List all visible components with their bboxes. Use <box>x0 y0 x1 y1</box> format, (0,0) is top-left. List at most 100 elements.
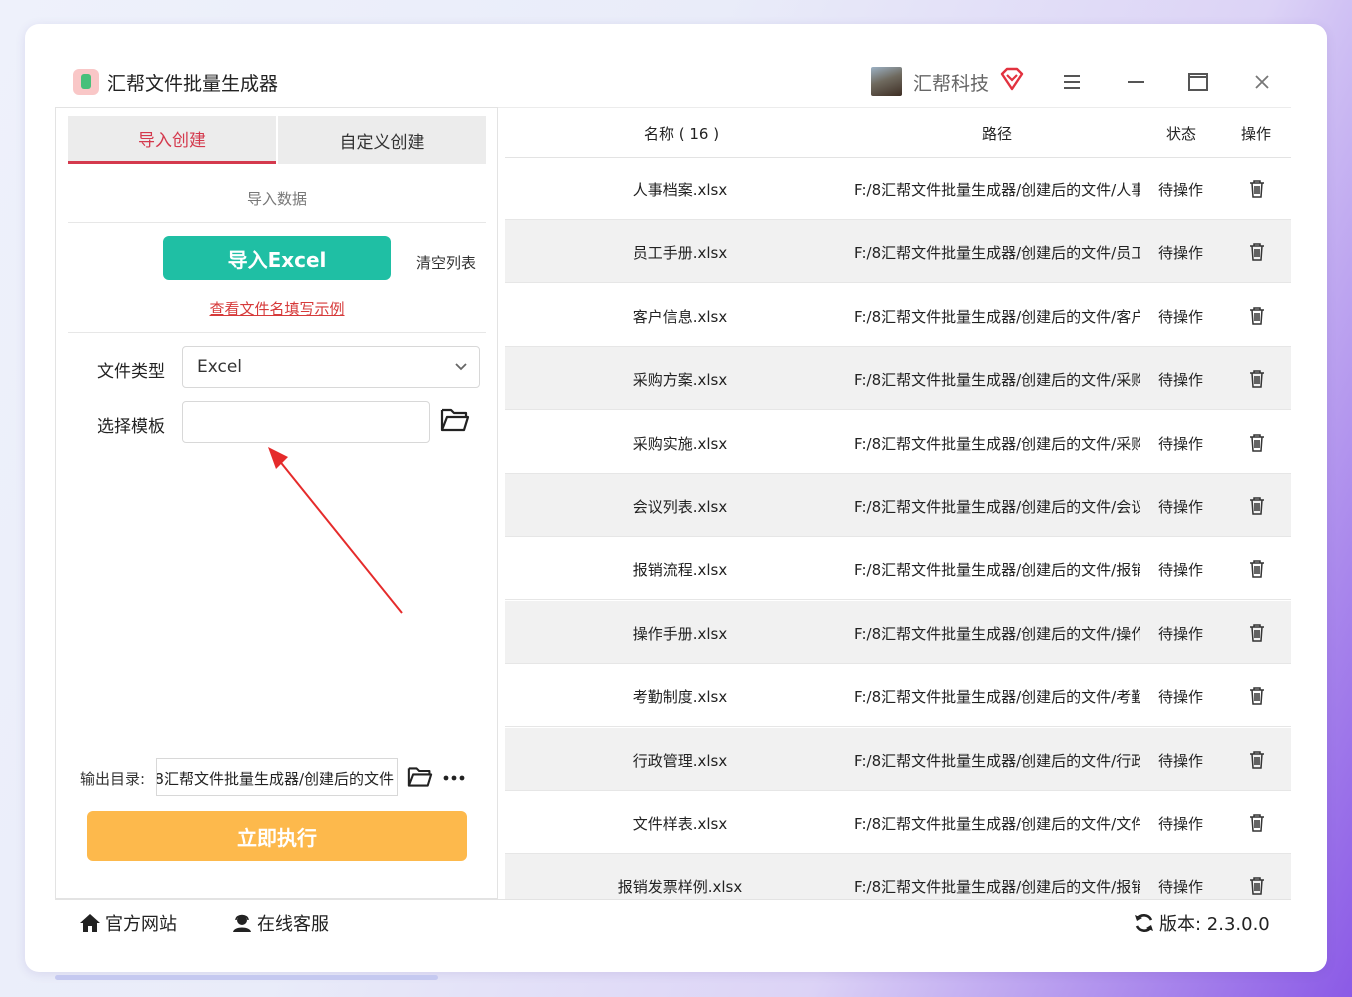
row-status: 待操作 <box>1158 181 1204 199</box>
folder-open-icon[interactable] <box>440 406 470 434</box>
table-header: 名称 ( 16 ) 路径 状态 操作 <box>505 107 1291 158</box>
maximize-icon[interactable] <box>1187 71 1209 93</box>
table-row[interactable]: 会议列表.xlsx F:/8汇帮文件批量生成器/创建后的文件/会议列表.xlsx 待… <box>505 474 1291 537</box>
trash-icon[interactable] <box>1248 750 1266 770</box>
row-path: F:/8汇帮文件批量生成器/创建后的文件/采购实施.xlsx <box>854 434 1140 453</box>
row-status: 待操作 <box>1158 624 1204 643</box>
avatar[interactable] <box>871 67 902 96</box>
row-status: 待操作 <box>1158 244 1204 263</box>
table-row[interactable]: 操作手册.xlsx F:/8汇帮文件批量生成器/创建后的文件/操作手册.xlsx 待… <box>505 600 1291 664</box>
app-title: 汇帮文件批量生成器 <box>107 73 279 95</box>
trash-icon[interactable] <box>1248 813 1266 833</box>
header-name: 名称 ( 16 ) <box>644 125 720 143</box>
output-dir-input[interactable]: F:/8汇帮文件批量生成器/创建后的文件 <box>156 758 398 796</box>
minimize-icon[interactable] <box>1125 71 1147 93</box>
status-bar: 官方网站 在线客服 版本: 2.3.0.0 <box>55 899 1291 944</box>
row-path: F:/8汇帮文件批量生成器/创建后的文件/考勤制度.xlsx <box>854 688 1140 707</box>
trash-icon[interactable] <box>1248 179 1266 199</box>
row-name: 采购方案.xlsx <box>632 371 728 390</box>
table-row[interactable]: 报销发票样例.xlsx F:/8汇帮文件批量生成器/创建后的文件/报销发票样例.x… <box>505 854 1291 899</box>
filename-example-link[interactable]: 查看文件名填写示例 <box>68 298 486 319</box>
divider <box>68 222 486 223</box>
trash-icon[interactable] <box>1248 559 1266 579</box>
template-label: 选择模板 <box>97 417 165 437</box>
row-status: 待操作 <box>1158 561 1204 580</box>
file-type-label: 文件类型 <box>97 362 165 382</box>
table-row[interactable]: 采购方案.xlsx F:/8汇帮文件批量生成器/创建后的文件/采购方案.xlsx 待… <box>505 347 1291 411</box>
trash-icon[interactable] <box>1248 369 1266 389</box>
file-type-select[interactable]: Excel <box>182 346 480 388</box>
row-path: F:/8汇帮文件批量生成器/创建后的文件/文件样表.xlsx <box>854 815 1140 833</box>
table-row[interactable]: 文件样表.xlsx F:/8汇帮文件批量生成器/创建后的文件/文件样表.xlsx 待… <box>505 791 1291 854</box>
row-status: 待操作 <box>1158 371 1204 390</box>
table-row[interactable]: 人事档案.xlsx F:/8汇帮文件批量生成器/创建后的文件/人事档案.xlsx 待… <box>505 157 1291 220</box>
row-path: F:/8汇帮文件批量生成器/创建后的文件/行政管理.xlsx <box>854 751 1140 770</box>
header-status: 状态 <box>1166 125 1197 143</box>
row-name: 会议列表.xlsx <box>632 498 728 516</box>
online-support-link[interactable]: 在线客服 <box>231 910 329 936</box>
horizontal-scrollbar[interactable] <box>55 975 438 980</box>
tab-import-create[interactable]: 导入创建 <box>68 116 276 164</box>
header-path: 路径 <box>982 125 1013 143</box>
table-row[interactable]: 员工手册.xlsx F:/8汇帮文件批量生成器/创建后的文件/员工手册.xlsx 待… <box>505 220 1291 284</box>
refresh-icon <box>1135 914 1153 932</box>
company-name[interactable]: 汇帮科技 <box>913 69 989 96</box>
title-bar: 汇帮文件批量生成器 汇帮科技 <box>55 55 1291 108</box>
trash-icon[interactable] <box>1248 876 1266 896</box>
file-table: 名称 ( 16 ) 路径 状态 操作 人事档案.xlsx F:/8汇帮文件批量生成… <box>505 107 1291 899</box>
row-name: 员工手册.xlsx <box>632 244 728 263</box>
row-name: 客户信息.xlsx <box>632 307 728 326</box>
trash-icon[interactable] <box>1248 242 1266 262</box>
row-name: 采购实施.xlsx <box>632 434 728 453</box>
app-logo-icon <box>73 69 99 95</box>
run-now-button[interactable]: 立即执行 <box>87 811 467 861</box>
row-path: F:/8汇帮文件批量生成器/创建后的文件/员工手册.xlsx <box>854 244 1140 263</box>
import-excel-button[interactable]: 导入Excel <box>163 236 391 280</box>
close-icon[interactable] <box>1251 71 1273 93</box>
menu-icon[interactable] <box>1061 71 1083 93</box>
home-icon <box>80 914 100 932</box>
section-label-import-data: 导入数据 <box>246 190 307 208</box>
chevron-down-icon <box>455 363 467 371</box>
row-path: F:/8汇帮文件批量生成器/创建后的文件/采购方案.xlsx <box>854 371 1140 390</box>
clear-list-button[interactable]: 清空列表 <box>416 252 476 273</box>
row-name: 报销流程.xlsx <box>632 561 728 580</box>
table-row[interactable]: 客户信息.xlsx F:/8汇帮文件批量生成器/创建后的文件/客户信息.xlsx 待… <box>505 284 1291 347</box>
more-icon[interactable] <box>442 768 466 788</box>
trash-icon[interactable] <box>1248 496 1266 516</box>
row-status: 待操作 <box>1158 307 1204 326</box>
row-path: F:/8汇帮文件批量生成器/创建后的文件/人事档案.xlsx <box>854 181 1140 199</box>
trash-icon[interactable] <box>1248 686 1266 706</box>
row-status: 待操作 <box>1158 688 1204 707</box>
trash-icon[interactable] <box>1248 433 1266 453</box>
row-status: 待操作 <box>1158 498 1204 516</box>
tab-custom-create[interactable]: 自定义创建 <box>278 116 486 164</box>
folder-open-icon[interactable] <box>407 765 433 789</box>
table-row[interactable]: 报销流程.xlsx F:/8汇帮文件批量生成器/创建后的文件/报销流程.xlsx 待… <box>505 537 1291 601</box>
row-name: 人事档案.xlsx <box>632 181 728 199</box>
table-row[interactable]: 考勤制度.xlsx F:/8汇帮文件批量生成器/创建后的文件/考勤制度.xlsx 待… <box>505 664 1291 728</box>
divider <box>68 332 486 333</box>
table-row[interactable]: 行政管理.xlsx F:/8汇帮文件批量生成器/创建后的文件/行政管理.xlsx 待… <box>505 727 1291 791</box>
row-path: F:/8汇帮文件批量生成器/创建后的文件/客户信息.xlsx <box>854 307 1140 326</box>
vip-diamond-icon[interactable] <box>999 67 1025 91</box>
version-label: 版本: 2.3.0.0 <box>1159 914 1270 935</box>
customer-service-icon <box>233 914 251 932</box>
row-name: 文件样表.xlsx <box>632 815 728 833</box>
row-name: 行政管理.xlsx <box>632 751 728 770</box>
trash-icon[interactable] <box>1248 306 1266 326</box>
row-path: F:/8汇帮文件批量生成器/创建后的文件/报销发票样例.xlsx <box>854 878 1140 897</box>
row-status: 待操作 <box>1158 751 1204 770</box>
row-status: 待操作 <box>1158 434 1204 453</box>
official-website-label: 官方网站 <box>105 914 177 935</box>
trash-icon[interactable] <box>1248 623 1266 643</box>
table-row[interactable]: 采购实施.xlsx F:/8汇帮文件批量生成器/创建后的文件/采购实施.xlsx 待… <box>505 411 1291 474</box>
row-path: F:/8汇帮文件批量生成器/创建后的文件/会议列表.xlsx <box>854 498 1140 516</box>
row-status: 待操作 <box>1158 878 1204 897</box>
header-action: 操作 <box>1241 125 1272 143</box>
output-dir-value: F:/8汇帮文件批量生成器/创建后的文件 <box>156 770 394 788</box>
version-info[interactable]: 版本: 2.3.0.0 <box>1133 910 1270 936</box>
row-name: 报销发票样例.xlsx <box>617 878 743 897</box>
official-website-link[interactable]: 官方网站 <box>79 910 177 936</box>
template-input[interactable] <box>182 401 430 443</box>
